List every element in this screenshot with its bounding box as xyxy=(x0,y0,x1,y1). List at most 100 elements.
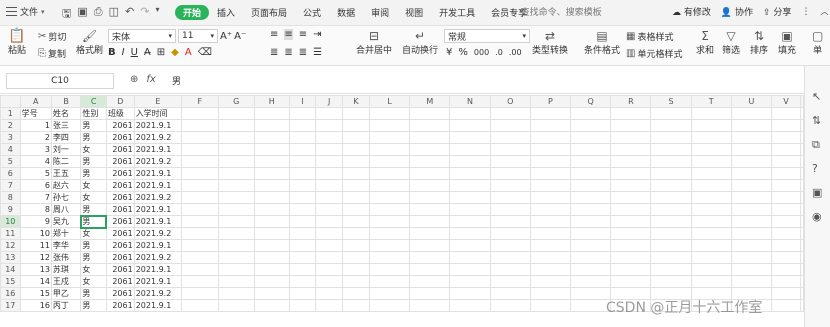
cell[interactable] xyxy=(181,287,219,300)
cell[interactable] xyxy=(217,203,255,216)
cell[interactable] xyxy=(489,227,531,240)
number-format-select[interactable]: 常规 ▾ xyxy=(444,29,530,43)
cell[interactable] xyxy=(181,179,219,192)
align-middle-icon[interactable]: ≡ xyxy=(284,29,293,40)
cell[interactable] xyxy=(342,215,371,228)
cell[interactable] xyxy=(449,155,491,168)
cell[interactable]: 14 xyxy=(19,275,52,288)
cell[interactable]: 2061 xyxy=(105,227,135,240)
cell[interactable] xyxy=(181,107,219,120)
cell[interactable] xyxy=(610,179,652,192)
cell[interactable] xyxy=(369,299,411,312)
cell[interactable]: 7 xyxy=(19,191,52,204)
column-header-o[interactable]: O xyxy=(489,95,531,108)
cell[interactable] xyxy=(288,275,317,288)
cell[interactable] xyxy=(409,167,451,180)
cell[interactable] xyxy=(181,227,219,240)
cell[interactable] xyxy=(771,251,801,264)
column-header-l[interactable]: L xyxy=(369,95,411,108)
cell[interactable] xyxy=(409,275,451,288)
cell[interactable] xyxy=(217,131,255,144)
cell[interactable] xyxy=(489,275,531,288)
cell[interactable] xyxy=(570,251,612,264)
cell[interactable] xyxy=(315,287,344,300)
row-header[interactable]: 3 xyxy=(0,131,21,144)
cell[interactable]: 2021.9.1 xyxy=(133,167,183,180)
cell[interactable] xyxy=(253,167,290,180)
cell[interactable] xyxy=(181,239,219,252)
percent-icon[interactable]: % xyxy=(458,47,468,58)
cell[interactable] xyxy=(181,155,219,168)
share-button[interactable]: ⇪ 分享 xyxy=(763,5,791,18)
cell[interactable] xyxy=(650,215,692,228)
cell[interactable] xyxy=(650,275,692,288)
cell[interactable] xyxy=(342,119,371,132)
cell[interactable] xyxy=(489,155,531,168)
cell[interactable] xyxy=(570,167,612,180)
underline-icon[interactable]: U xyxy=(131,47,138,58)
cell[interactable] xyxy=(570,107,612,120)
cell[interactable] xyxy=(449,143,491,156)
cell[interactable] xyxy=(570,143,612,156)
decrease-decimal-icon[interactable]: .00 xyxy=(509,48,522,57)
cell[interactable] xyxy=(253,119,290,132)
cell[interactable] xyxy=(730,119,773,132)
zoom-icon[interactable]: ⊕ xyxy=(130,74,138,85)
font-grow-icon[interactable]: A⁺ xyxy=(220,31,232,42)
cell[interactable] xyxy=(217,263,255,276)
cell[interactable] xyxy=(342,299,371,312)
cell[interactable]: 2061 xyxy=(105,119,135,132)
cell[interactable] xyxy=(369,287,411,300)
paste-button[interactable]: 📋 粘贴 xyxy=(8,29,26,56)
column-header-b[interactable]: B xyxy=(50,95,82,108)
cell[interactable] xyxy=(771,239,801,252)
cell[interactable] xyxy=(529,251,572,264)
cell[interactable]: 郑十 xyxy=(50,227,82,240)
cell[interactable] xyxy=(570,263,612,276)
cell[interactable]: 男 xyxy=(80,119,107,132)
row-header[interactable]: 10 xyxy=(0,215,21,228)
cell[interactable] xyxy=(489,119,531,132)
cell[interactable] xyxy=(217,227,255,240)
cell[interactable]: 2021.9.1 xyxy=(133,275,183,288)
cell[interactable] xyxy=(315,203,344,216)
cell[interactable] xyxy=(288,167,317,180)
cell[interactable] xyxy=(288,215,317,228)
cell[interactable] xyxy=(610,119,652,132)
cell[interactable] xyxy=(489,143,531,156)
cell[interactable] xyxy=(342,227,371,240)
cell[interactable] xyxy=(288,263,317,276)
column-header-j[interactable]: J xyxy=(315,95,344,108)
cell[interactable]: 2061 xyxy=(105,275,135,288)
cell[interactable] xyxy=(771,203,801,216)
cell[interactable] xyxy=(409,191,451,204)
cell[interactable] xyxy=(650,131,692,144)
cell[interactable] xyxy=(489,107,531,120)
cell[interactable] xyxy=(771,263,801,276)
cell[interactable] xyxy=(690,263,732,276)
cell[interactable] xyxy=(690,215,732,228)
cell[interactable]: 2061 xyxy=(105,251,135,264)
cell[interactable]: 甲乙 xyxy=(50,287,82,300)
cell[interactable] xyxy=(690,131,732,144)
cell[interactable]: 2021.9.1 xyxy=(133,179,183,192)
print-icon[interactable]: ⎙ xyxy=(94,5,103,24)
cell[interactable] xyxy=(181,299,219,312)
cell[interactable]: 6 xyxy=(19,179,52,192)
row-header[interactable]: 16 xyxy=(0,287,21,300)
fx-icon[interactable]: fx xyxy=(146,74,155,85)
cell[interactable] xyxy=(650,167,692,180)
cell[interactable]: 2021.9.1 xyxy=(133,119,183,132)
cell[interactable]: 3 xyxy=(19,143,52,156)
print-preview-icon[interactable]: ◫ xyxy=(109,5,119,24)
cell[interactable]: 男 xyxy=(80,167,107,180)
cell[interactable] xyxy=(315,239,344,252)
cell[interactable]: 2021.9.1 xyxy=(133,143,183,156)
cell[interactable]: 学号 xyxy=(19,107,52,120)
row-header[interactable]: 6 xyxy=(0,167,21,180)
cell[interactable] xyxy=(217,119,255,132)
cell[interactable] xyxy=(253,275,290,288)
cell[interactable] xyxy=(253,179,290,192)
cell[interactable] xyxy=(315,107,344,120)
cell[interactable] xyxy=(610,215,652,228)
